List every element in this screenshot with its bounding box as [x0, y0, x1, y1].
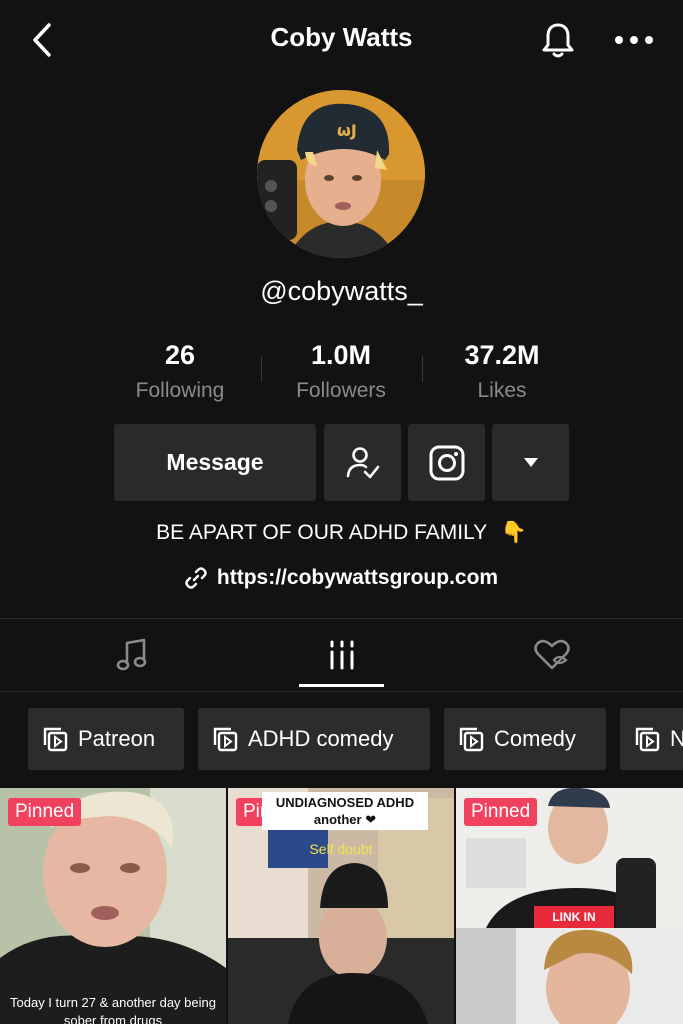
bio-text: BE APART OF OUR ADHD FAMILY	[156, 521, 487, 544]
followers-label: Followers	[296, 379, 386, 402]
following-stat[interactable]: 26 Following	[100, 340, 260, 403]
profile-tabs	[0, 618, 683, 692]
playlist-chip-patreon[interactable]: Patreon	[28, 708, 184, 770]
pinned-badge: Pinned	[8, 798, 82, 826]
video-caption-mid: Self doubt	[309, 841, 373, 857]
video-overlay-label: LINK IN	[534, 906, 614, 928]
pinned-badge: Pinned	[464, 798, 538, 826]
tab-liked[interactable]	[438, 619, 665, 691]
username: @cobywatts_	[260, 276, 423, 306]
likes-stat[interactable]: 37.2M Likes	[422, 340, 582, 403]
bio-link-text: https://cobywattsgroup.com	[216, 566, 499, 589]
svg-text:ωJ: ωJ	[337, 121, 357, 140]
playlist-icon	[43, 727, 68, 752]
video-caption-top: UNDIAGNOSED ADHD another ❤	[262, 792, 428, 830]
playlist-icon	[459, 727, 484, 752]
playlist-label: N	[670, 726, 683, 751]
video-thumbnail-1[interactable]: Pinned Today I turn 27 & another day bei…	[0, 788, 226, 1024]
active-tab-indicator	[299, 684, 384, 687]
bio-emoji: 👇	[500, 521, 527, 544]
more-options-button[interactable]	[610, 18, 658, 62]
followers-count: 1.0M	[310, 340, 372, 370]
following-status-button[interactable]	[324, 424, 401, 501]
liked-hidden-icon	[533, 639, 570, 670]
playlist-label: Comedy	[494, 726, 576, 751]
video-thumbnail-2[interactable]: Pinned UNDIAGNOSED ADHD another ❤ Self d…	[228, 788, 454, 1024]
playlist-chip-adhd-comedy[interactable]: ADHD comedy	[198, 708, 430, 770]
video-thumbnail-3[interactable]: Pinned LINK IN	[456, 788, 683, 1024]
avatar-image: ωJ	[257, 90, 425, 258]
playlist-label: Patreon	[78, 726, 156, 751]
tab-music[interactable]	[18, 619, 245, 691]
more-horizontal-icon	[615, 36, 653, 44]
bio: BE APART OF OUR ADHD FAMILY 👇	[0, 521, 683, 545]
following-label: Following	[135, 379, 225, 402]
avatar[interactable]: ωJ	[257, 90, 425, 258]
instagram-icon	[429, 445, 464, 480]
notification-bell-button[interactable]	[536, 18, 580, 62]
followers-stat[interactable]: 1.0M Followers	[261, 340, 421, 403]
user-check-icon	[346, 446, 379, 478]
grid-icon	[330, 640, 353, 670]
playlist-label: ADHD comedy	[248, 726, 394, 751]
top-bar: Coby Watts	[0, 0, 683, 80]
caption-line-2: another ❤	[313, 812, 377, 827]
caret-down-icon	[523, 458, 538, 467]
bio-link[interactable]: https://cobywattsgroup.com	[0, 566, 683, 590]
tab-videos[interactable]	[228, 619, 455, 691]
video-caption: Today I turn 27 & another day being sobe…	[10, 995, 216, 1024]
playlist-chip-next[interactable]: N	[620, 708, 683, 770]
music-note-icon	[116, 638, 146, 671]
message-button[interactable]: Message	[114, 424, 316, 501]
instagram-button[interactable]	[408, 424, 485, 501]
playlist-icon	[213, 727, 238, 752]
link-icon	[185, 567, 207, 589]
profile-title: Coby Watts	[270, 22, 413, 52]
bell-icon	[542, 23, 574, 58]
caption-line-1: UNDIAGNOSED ADHD	[275, 795, 415, 810]
playlist-chip-comedy[interactable]: Comedy	[444, 708, 606, 770]
likes-count: 37.2M	[464, 340, 540, 370]
likes-label: Likes	[477, 379, 527, 402]
following-count: 26	[164, 340, 196, 370]
suggested-accounts-button[interactable]	[492, 424, 569, 501]
playlist-icon	[635, 727, 660, 752]
